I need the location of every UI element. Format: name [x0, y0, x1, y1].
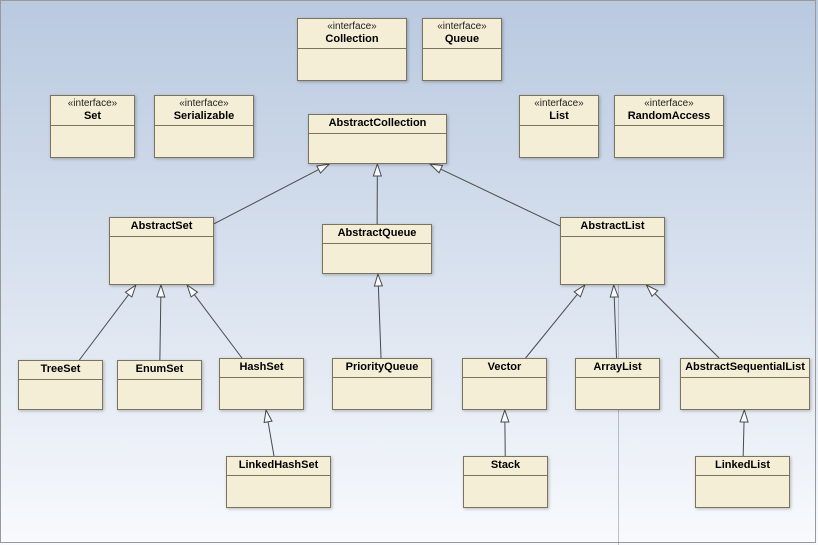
class-title: AbstractSet — [112, 220, 211, 233]
class-header: AbstractSet — [110, 218, 213, 237]
class-treeset[interactable]: TreeSet — [18, 360, 103, 410]
stereotype-label: «interface» — [425, 21, 499, 33]
class-header: AbstractQueue — [323, 225, 431, 244]
class-title: ArrayList — [578, 361, 657, 374]
class-header: AbstractList — [561, 218, 664, 237]
stereotype-label: «interface» — [522, 98, 596, 110]
class-title: List — [522, 110, 596, 123]
class-title: AbstractCollection — [311, 117, 444, 130]
class-title: AbstractList — [563, 220, 662, 233]
class-linkedlist[interactable]: LinkedList — [695, 456, 790, 508]
class-arraylist[interactable]: ArrayList — [575, 358, 660, 410]
class-header: ArrayList — [576, 359, 659, 378]
class-title: Queue — [425, 33, 499, 46]
class-title: AbstractQueue — [325, 227, 429, 240]
class-abstractqueue[interactable]: AbstractQueue — [322, 224, 432, 274]
class-header: AbstractSequentialList — [681, 359, 809, 378]
class-title: RandomAccess — [617, 110, 721, 123]
stereotype-label: «interface» — [53, 98, 132, 110]
class-serializable[interactable]: «interface»Serializable — [154, 95, 254, 158]
class-header: LinkedList — [696, 457, 789, 476]
class-vector[interactable]: Vector — [462, 358, 547, 410]
class-header: EnumSet — [118, 361, 201, 380]
stereotype-label: «interface» — [157, 98, 251, 110]
class-abstractcollection[interactable]: AbstractCollection — [308, 114, 447, 164]
class-title: LinkedHashSet — [229, 459, 328, 472]
class-title: PriorityQueue — [335, 361, 429, 374]
class-queue[interactable]: «interface»Queue — [422, 18, 502, 81]
class-title: Collection — [300, 33, 404, 46]
class-linkedhashset[interactable]: LinkedHashSet — [226, 456, 331, 508]
class-header: PriorityQueue — [333, 359, 431, 378]
class-header: AbstractCollection — [309, 115, 446, 134]
class-title: Set — [53, 110, 132, 123]
class-title: Serializable — [157, 110, 251, 123]
class-header: «interface»Collection — [298, 19, 406, 49]
class-title: LinkedList — [698, 459, 787, 472]
class-abstractsequentiallist[interactable]: AbstractSequentialList — [680, 358, 810, 410]
class-stack[interactable]: Stack — [463, 456, 548, 508]
class-title: Stack — [466, 459, 545, 472]
class-abstractset[interactable]: AbstractSet — [109, 217, 214, 285]
class-header: «interface»Serializable — [155, 96, 253, 126]
stereotype-label: «interface» — [300, 21, 404, 33]
class-header: Vector — [463, 359, 546, 378]
class-header: «interface»Set — [51, 96, 134, 126]
stereotype-label: «interface» — [617, 98, 721, 110]
class-set[interactable]: «interface»Set — [50, 95, 135, 158]
class-header: «interface»RandomAccess — [615, 96, 723, 126]
class-header: TreeSet — [19, 361, 102, 380]
class-header: «interface»Queue — [423, 19, 501, 49]
class-title: HashSet — [222, 361, 301, 374]
class-enumset[interactable]: EnumSet — [117, 360, 202, 410]
class-abstractlist[interactable]: AbstractList — [560, 217, 665, 285]
class-randomaccess[interactable]: «interface»RandomAccess — [614, 95, 724, 158]
class-hashset[interactable]: HashSet — [219, 358, 304, 410]
class-priorityqueue[interactable]: PriorityQueue — [332, 358, 432, 410]
class-title: AbstractSequentialList — [683, 361, 807, 374]
class-title: TreeSet — [21, 363, 100, 376]
class-title: EnumSet — [120, 363, 199, 376]
class-list[interactable]: «interface»List — [519, 95, 599, 158]
class-header: LinkedHashSet — [227, 457, 330, 476]
class-title: Vector — [465, 361, 544, 374]
class-header: Stack — [464, 457, 547, 476]
class-header: HashSet — [220, 359, 303, 378]
class-header: «interface»List — [520, 96, 598, 126]
class-collection[interactable]: «interface»Collection — [297, 18, 407, 81]
